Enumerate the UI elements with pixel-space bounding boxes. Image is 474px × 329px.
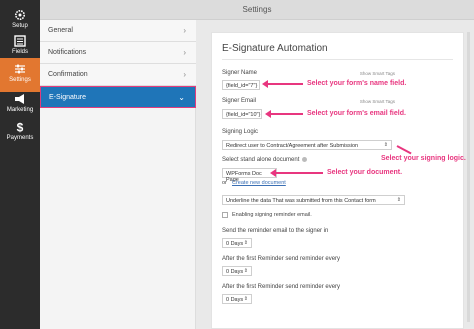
annotation-line-document [275, 172, 323, 174]
fields-icon [14, 35, 26, 47]
send-reminder-label: Send the reminder email to the signer in [222, 228, 329, 234]
signer-email-input[interactable]: {field_id="10"} [222, 109, 262, 119]
menu-item-notifications[interactable]: Notifications › [40, 42, 196, 64]
annotation-line-email [270, 113, 303, 115]
signer-email-label: Signer Email [222, 98, 257, 104]
nav-fields-label: Fields [11, 49, 28, 55]
nav-setup-label: Setup [12, 23, 28, 29]
annotation-email-field: Select your form's email field. [307, 110, 406, 117]
select-arrow-icon: ⇕ [383, 142, 388, 148]
send-reminder-select[interactable]: 0 Days ⇕ [222, 238, 252, 248]
standalone-document-label-text: Select stand alone document [222, 157, 300, 164]
nav-payments[interactable]: $ Payments [0, 116, 40, 150]
sliders-icon [15, 64, 25, 74]
select-arrow-icon: ⇕ [243, 296, 248, 302]
chevron-right-icon: › [183, 70, 186, 79]
create-new-document-link[interactable]: Create new document [232, 180, 286, 186]
nav-marketing-label: Marketing [6, 107, 34, 113]
menu-item-general[interactable]: General › [40, 20, 196, 42]
annotation-document: Select your document. [327, 169, 403, 176]
signer-name-label: Signer Name [222, 70, 258, 76]
after-first-reminder-label-2: After the first Reminder send reminder e… [222, 284, 341, 290]
signing-logic-select[interactable]: Redirect user to Contract/Agreement afte… [222, 140, 392, 150]
gear-icon [15, 10, 25, 20]
top-bar: Settings [40, 0, 474, 20]
chevron-down-icon: ⌄ [178, 93, 185, 102]
show-smart-tags-link[interactable]: Show Smart Tags [360, 71, 395, 76]
annotation-name-field: Select your form's name field. [307, 80, 407, 87]
dollar-icon: $ [17, 121, 24, 133]
annotation-signing-logic: Select your signing logic. [381, 155, 466, 162]
after-first-reminder-select-2[interactable]: 0 Days ⇕ [222, 294, 252, 304]
after-first-reminder-select[interactable]: 0 Days ⇕ [222, 266, 252, 276]
underline-data-select[interactable]: Underline the data That was submitted fr… [222, 195, 405, 205]
megaphone-icon [15, 94, 24, 104]
help-icon[interactable] [302, 157, 308, 162]
signer-name-input[interactable]: {field_id="7"} [222, 80, 260, 90]
after-first-reminder-value: 0 Days [226, 269, 244, 275]
after-first-reminder-label: After the first Reminder send reminder e… [222, 256, 341, 262]
after-first-reminder-value-2: 0 Days [226, 297, 244, 303]
menu-item-label: General [48, 27, 73, 34]
send-reminder-value: 0 Days [226, 241, 244, 247]
svg-text:$: $ [17, 121, 24, 133]
signing-reminder-checkbox[interactable] [222, 212, 228, 218]
select-arrow-icon: ⇕ [396, 197, 401, 203]
select-arrow-icon: ⇕ [243, 240, 248, 246]
nav-settings-label: Settings [9, 77, 31, 83]
underline-data-value: Underline the data That was submitted fr… [226, 198, 376, 204]
left-nav-rail: Setup Fields Settings Marketing $ Paymen… [0, 0, 40, 329]
divider [222, 59, 453, 60]
signing-reminder-label: Enabling signing reminder email. [232, 212, 312, 218]
signing-logic-value: Redirect user to Contract/Agreement afte… [226, 143, 359, 149]
or-text: or [222, 180, 227, 186]
chevron-right-icon: › [183, 26, 186, 35]
scrollbar[interactable] [467, 32, 470, 322]
menu-item-label: Confirmation [48, 71, 88, 78]
standalone-document-select[interactable]: WPForms Doc Page [222, 168, 277, 183]
menu-item-label: E-Signature [49, 94, 86, 101]
menu-item-e-signature[interactable]: E-Signature ⌄ [40, 86, 196, 108]
nav-settings[interactable]: Settings [0, 58, 40, 92]
select-arrow-icon: ⇕ [243, 268, 248, 274]
chevron-right-icon: › [183, 48, 186, 57]
e-signature-panel: E-Signature Automation Signer Name Show … [211, 32, 464, 329]
nav-payments-label: Payments [6, 135, 34, 141]
menu-item-label: Notifications [48, 49, 87, 56]
signing-logic-label: Signing Logic [222, 129, 259, 135]
standalone-document-label: Select stand alone document [222, 157, 308, 164]
menu-item-confirmation[interactable]: Confirmation › [40, 64, 196, 86]
annotation-line-name [267, 83, 303, 85]
settings-menu: General › Notifications › Confirmation ›… [40, 20, 196, 329]
panel-title: E-Signature Automation [222, 43, 328, 54]
page-title: Settings [242, 5, 272, 14]
show-smart-tags-link[interactable]: Show Smart Tags [360, 99, 395, 104]
